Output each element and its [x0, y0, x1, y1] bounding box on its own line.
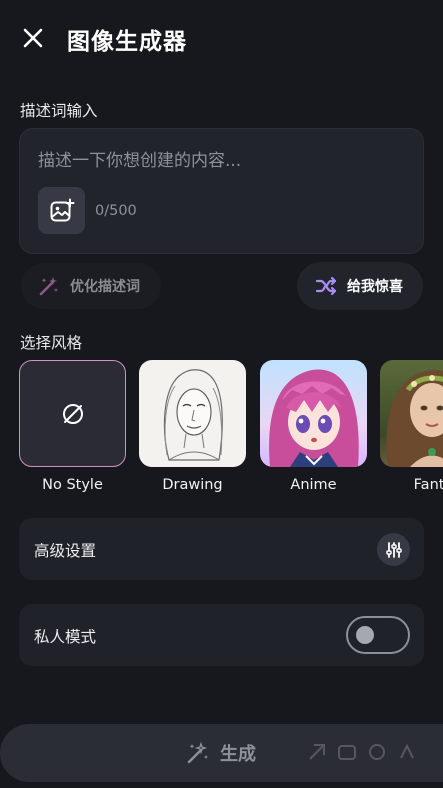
- close-icon: [23, 28, 43, 48]
- surprise-me-label: 给我惊喜: [347, 279, 403, 295]
- advanced-settings-row[interactable]: 高级设置: [19, 518, 424, 580]
- magic-wand-icon: [187, 741, 208, 764]
- style-label: No Style: [42, 477, 103, 493]
- watermark-glyph-icon: [336, 741, 358, 763]
- style-card-fantasy[interactable]: Fanta: [380, 360, 443, 493]
- prompt-input[interactable]: [38, 151, 408, 171]
- style-label: Anime: [290, 477, 337, 493]
- generate-bar: 生成: [0, 724, 443, 782]
- style-card-drawing[interactable]: Drawing: [139, 360, 246, 493]
- anime-portrait-image: [269, 369, 359, 467]
- style-card-no-style[interactable]: No Style: [19, 360, 126, 493]
- close-button[interactable]: [18, 23, 48, 53]
- surprise-me-button[interactable]: 给我惊喜: [297, 262, 423, 310]
- private-mode-toggle[interactable]: [346, 616, 410, 654]
- page-title: 图像生成器: [67, 29, 187, 55]
- style-thumb-anime: [260, 360, 367, 467]
- sliders-button[interactable]: [377, 533, 410, 566]
- toggle-knob: [356, 626, 374, 644]
- watermark-logo: [306, 741, 418, 763]
- optimize-prompt-button[interactable]: 优化描述词: [21, 263, 161, 309]
- style-card-anime[interactable]: Anime: [260, 360, 367, 493]
- watermark-glyph-icon: [396, 741, 418, 763]
- prompt-section-label: 描述词输入: [20, 102, 98, 120]
- style-label: Fanta: [413, 477, 443, 493]
- generate-button[interactable]: 生成: [186, 739, 256, 767]
- watermark-glyph-icon: [306, 741, 328, 763]
- magic-wand-icon: [39, 277, 58, 296]
- fantasy-portrait-image: [386, 369, 443, 467]
- watermark-glyph-icon: [366, 741, 388, 763]
- private-mode-row: 私人模式: [19, 604, 424, 666]
- header: 图像生成器: [0, 0, 443, 76]
- private-mode-label: 私人模式: [34, 628, 97, 646]
- advanced-settings-label: 高级设置: [34, 542, 97, 560]
- optimize-prompt-label: 优化描述词: [70, 279, 140, 295]
- style-thumb-drawing: [139, 360, 246, 467]
- no-style-icon: [62, 403, 83, 424]
- prompt-box: 0/500: [19, 128, 424, 254]
- style-thumb-fantasy: [380, 360, 443, 467]
- image-add-icon: [50, 198, 74, 221]
- generate-label: 生成: [220, 744, 256, 765]
- sliders-icon: [385, 541, 402, 558]
- style-section-label: 选择风格: [20, 334, 83, 352]
- sketch-portrait-image: [163, 369, 223, 461]
- style-thumb-no-style: [19, 360, 126, 467]
- style-label: Drawing: [162, 477, 223, 493]
- shuffle-icon: [315, 276, 337, 296]
- style-carousel[interactable]: No Style Drawing Anime Fant: [0, 360, 443, 500]
- image-generator-screen: 图像生成器 描述词输入 0/500 优化描述词: [0, 0, 443, 788]
- image-upload-button[interactable]: [38, 187, 85, 234]
- char-count: 0/500: [95, 203, 137, 219]
